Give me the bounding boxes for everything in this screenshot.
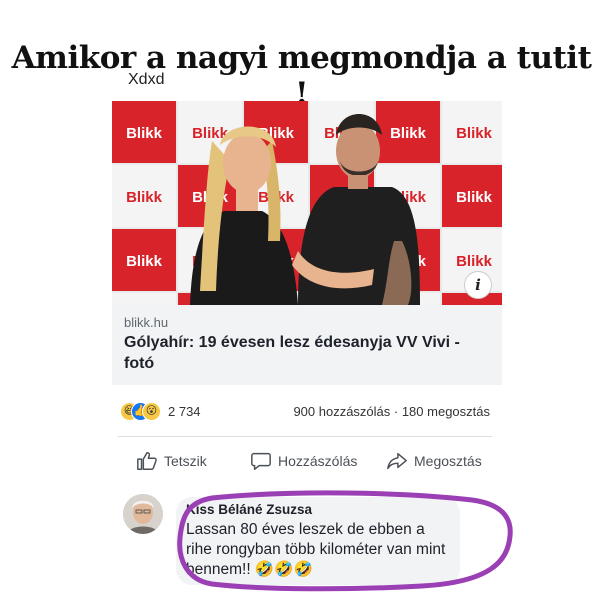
comment-bubble[interactable]: Kiss Béláné Zsuzsa Lassan 80 éves leszek… <box>176 497 460 585</box>
backdrop-logo-text: Blikk <box>126 189 163 206</box>
backdrop-logo-text: Blikk <box>456 189 493 206</box>
backdrop-logo-text: Blikk <box>456 125 493 142</box>
info-icon[interactable]: i <box>464 271 492 299</box>
like-label: Tetszik <box>164 453 207 469</box>
link-headline[interactable]: Gólyahír: 19 évesen lesz édesanyja VV Vi… <box>124 332 492 374</box>
post-actions: Tetszik Hozzászólás Megosztás <box>112 446 502 476</box>
link-domain: blikk.hu <box>124 315 169 330</box>
comment-label: Hozzászólás <box>278 453 358 469</box>
watermark-text: Xdxd <box>128 71 165 88</box>
link-meta[interactable]: blikk.hu Gólyahír: 19 évesen lesz édesan… <box>112 305 502 385</box>
article-photo[interactable]: Blikk Blikk Blikk Blikk Blikk Blikk Blikk Blikk… <box>112 101 502 305</box>
backdrop-logo-text: Blikk <box>456 253 493 270</box>
like-button[interactable]: Tetszik <box>136 450 207 472</box>
comments-shares-count[interactable]: 900 hozzászólás · 180 megosztás <box>293 404 490 419</box>
avatar-photo <box>123 494 163 534</box>
comment-button[interactable]: Hozzászólás <box>250 450 357 472</box>
backdrop-tile <box>112 293 176 305</box>
comment-author[interactable]: Kiss Béláné Zsuzsa <box>186 502 312 517</box>
reaction-count[interactable]: 2 734 <box>168 404 201 419</box>
wow-icon: 😮 <box>142 402 161 421</box>
divider <box>118 436 492 437</box>
backdrop-logo-text: Blikk <box>126 253 163 270</box>
backdrop-logo-text: Blikk <box>390 125 427 142</box>
comment-icon <box>251 452 271 470</box>
reactions-summary: 😆 👍 😮 2 734 900 hozzászólás · 180 megosz… <box>112 400 502 424</box>
avatar[interactable] <box>123 494 163 534</box>
backdrop-logo-text: Blikk <box>126 125 163 142</box>
link-preview-card[interactable]: Blikk Blikk Blikk Blikk Blikk Blikk Blikk Blikk… <box>112 101 502 385</box>
share-button[interactable]: Megosztás <box>386 450 482 472</box>
comment-text: Lassan 80 éves leszek de ebben a rihe ro… <box>186 521 446 578</box>
share-arrow-icon <box>387 452 407 470</box>
photo-illustration: Blikk Blikk Blikk Blikk BlikkBlikk Blikk Blikk… <box>112 101 502 305</box>
thumbs-up-icon <box>137 452 157 470</box>
share-label: Megosztás <box>414 453 482 469</box>
